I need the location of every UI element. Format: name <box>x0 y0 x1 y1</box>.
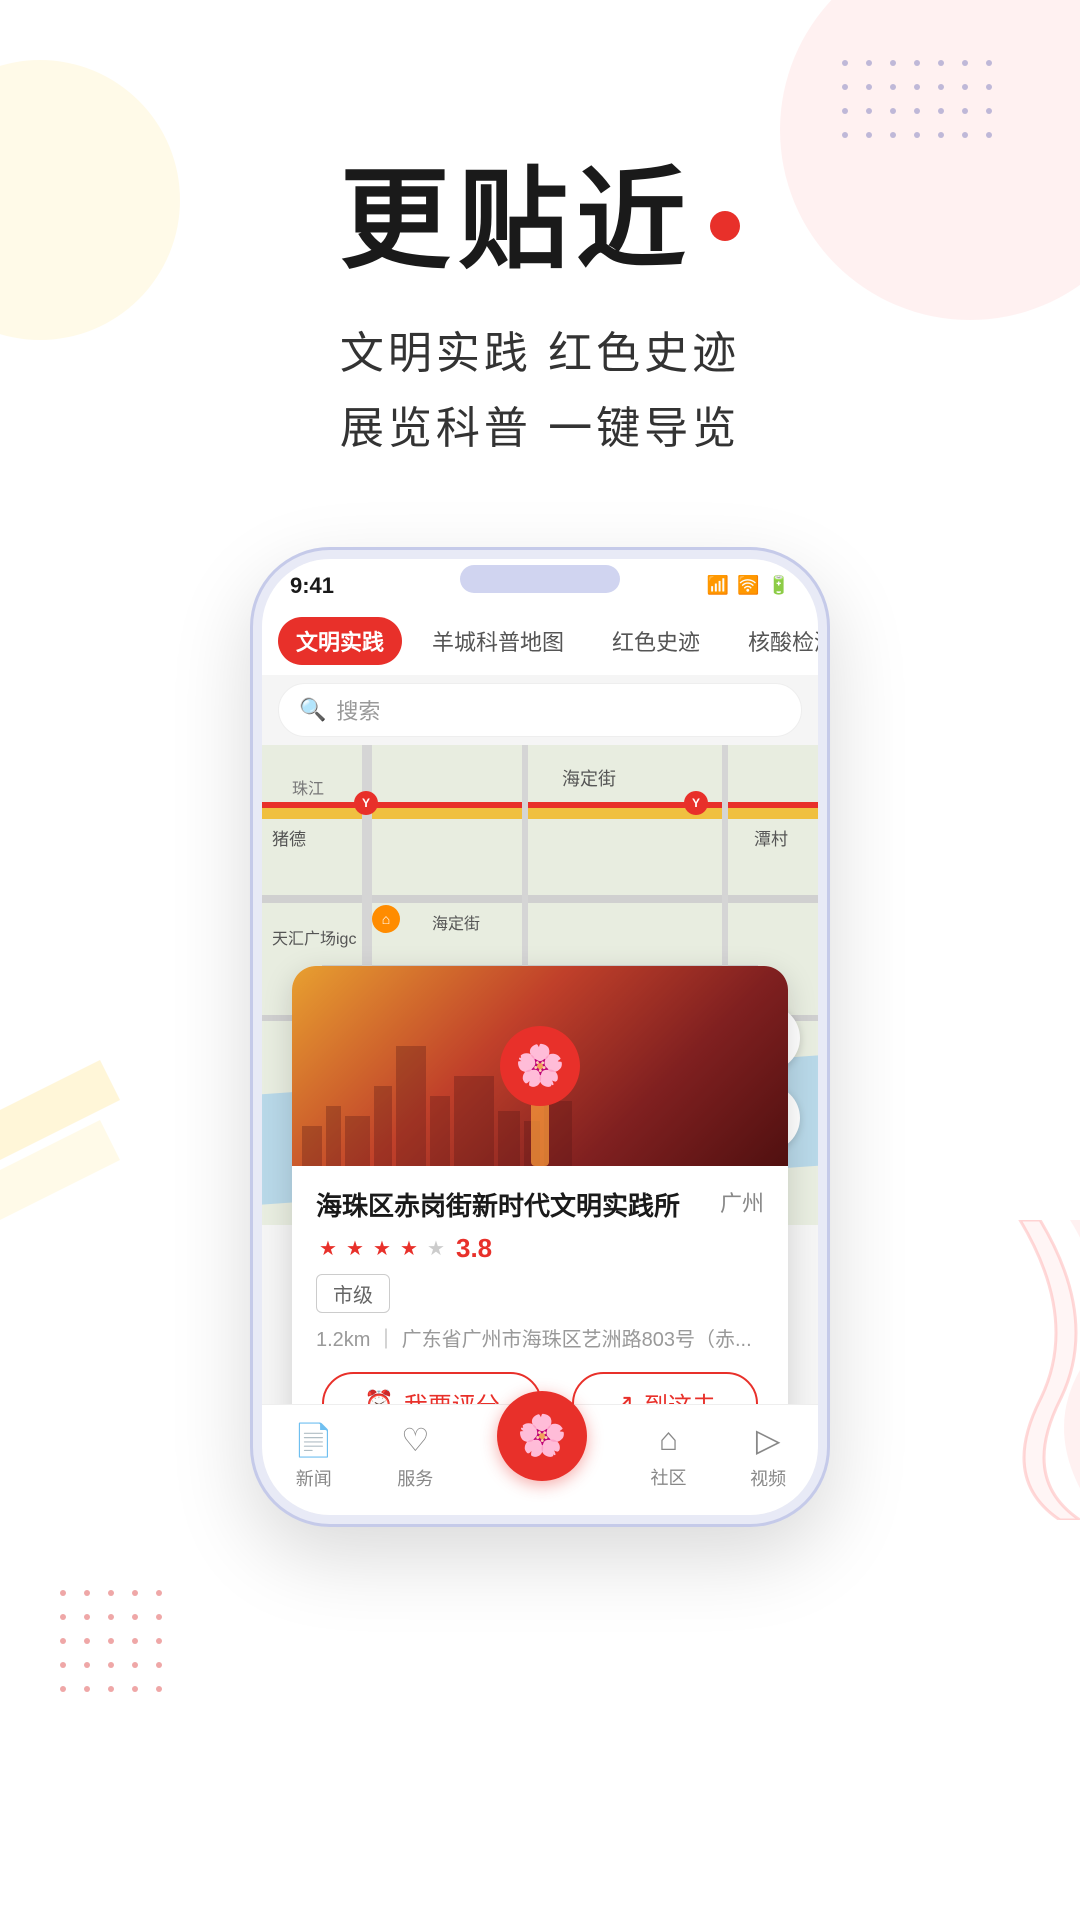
map-label-haidingstreet: 海定街 <box>562 765 616 791</box>
phone-search-bar[interactable]: 🔍 搜索 <box>278 683 802 737</box>
card-info: 1.2km ｜ 广东省广州市海珠区艺洲路803号（赤... <box>316 1323 764 1352</box>
hero-subtitle-line1: 文明实践 红色史迹 <box>340 317 740 392</box>
map-pin-orange: ⌂ <box>372 905 400 933</box>
community-icon: ⌂ <box>659 1421 678 1458</box>
battery-icon: 🔋 <box>768 575 790 596</box>
map-road-h2 <box>262 895 818 903</box>
logo-icon: 🌸 <box>515 1042 565 1089</box>
rating-number: 3.8 <box>456 1233 492 1264</box>
nav-video-label: 视频 <box>750 1465 786 1491</box>
center-logo-icon: 🌸 <box>517 1412 567 1459</box>
map-label-zhude: 猪德 <box>272 825 306 850</box>
hero-subtitle-line2: 展览科普 一键导览 <box>340 392 740 467</box>
phone-tab-bar: 文明实践 羊城科普地图 红色史迹 核酸检测 <box>262 607 818 675</box>
wifi-icon: 🛜 <box>737 575 759 596</box>
nav-service[interactable]: ♡ 服务 <box>397 1421 433 1491</box>
star-4: ★ <box>397 1236 421 1260</box>
hero-section: 更贴近 文明实践 红色史迹 展览科普 一键导览 <box>340 160 740 467</box>
star-5: ★ <box>424 1236 448 1260</box>
star-1: ★ <box>316 1236 340 1260</box>
nav-community[interactable]: ⌂ 社区 <box>651 1421 687 1490</box>
main-content: 更贴近 文明实践 红色史迹 展览科普 一键导览 9:41 📶 🛜 🔋 <box>0 0 1080 1647</box>
nav-news[interactable]: 📄 新闻 <box>294 1421 334 1491</box>
service-icon: ♡ <box>401 1421 430 1459</box>
phone-notch <box>460 565 620 593</box>
star-rating: ★ ★ ★ ★ ★ <box>316 1236 448 1260</box>
map-pin-1: Y <box>354 791 378 815</box>
card-image: 🌸 <box>292 966 788 1166</box>
nav-news-label: 新闻 <box>296 1465 332 1491</box>
phone-bottom-nav: 📄 新闻 ♡ 服务 🌸 ⌂ 社区 ▷ <box>262 1404 818 1515</box>
phone-mockup-section: 9:41 📶 🛜 🔋 文明实践 羊城科普地图 红色史迹 核酸检测 <box>160 547 920 1647</box>
phone-outer-frame: 9:41 📶 🛜 🔋 文明实践 羊城科普地图 红色史迹 核酸检测 <box>250 547 830 1527</box>
tab-history[interactable]: 红色史迹 <box>594 617 718 665</box>
card-title-row: 海珠区赤岗街新时代文明实践所 广州 <box>316 1186 764 1223</box>
star-3: ★ <box>370 1236 394 1260</box>
hero-title-text: 更贴近 <box>340 160 694 281</box>
map-metro-line <box>262 802 818 808</box>
card-city: 广州 <box>720 1186 764 1218</box>
status-icons: 📶 🛜 🔋 <box>707 575 790 596</box>
phone-screen: 9:41 📶 🛜 🔋 文明实践 羊城科普地图 红色史迹 核酸检测 <box>262 559 818 1515</box>
signal-icon: 📶 <box>707 575 729 596</box>
tab-science[interactable]: 羊城科普地图 <box>414 617 582 665</box>
nav-center-button[interactable]: 🌸 <box>497 1391 587 1481</box>
card-separator: ｜ <box>376 1329 402 1351</box>
nav-video[interactable]: ▷ 视频 <box>750 1421 786 1491</box>
search-icon: 🔍 <box>299 697 326 723</box>
card-title: 海珠区赤岗街新时代文明实践所 <box>316 1186 704 1223</box>
tab-civilization[interactable]: 文明实践 <box>278 617 402 665</box>
hero-subtitle: 文明实践 红色史迹 展览科普 一键导览 <box>340 317 740 467</box>
hero-title: 更贴近 <box>340 160 740 281</box>
status-time: 9:41 <box>290 573 334 599</box>
search-placeholder: 搜索 <box>336 694 380 726</box>
map-pin-2: Y <box>684 791 708 815</box>
map-label-haidef: 海定街 <box>432 910 480 934</box>
card-rating: ★ ★ ★ ★ ★ 3.8 <box>316 1233 764 1264</box>
place-card: 🌸 海珠区赤岗街新时代文明实践所 广州 ★ ★ ★ <box>292 966 788 1455</box>
map-label-tianhui: 天汇广场igc <box>272 925 356 949</box>
map-label-zhujiang: 珠江 <box>292 775 324 799</box>
map-label-tancun: 潭村 <box>754 825 788 850</box>
card-address: 广东省广州市海珠区艺洲路803号（赤... <box>402 1329 752 1351</box>
nav-community-label: 社区 <box>651 1464 687 1490</box>
card-distance: 1.2km <box>316 1329 370 1351</box>
star-2: ★ <box>343 1236 367 1260</box>
news-icon: 📄 <box>294 1421 334 1459</box>
video-icon: ▷ <box>756 1421 781 1459</box>
nav-service-label: 服务 <box>397 1465 433 1491</box>
hero-title-dot <box>710 211 740 241</box>
card-level-badge: 市级 <box>316 1274 390 1313</box>
tab-nucleic[interactable]: 核酸检测 <box>730 617 818 665</box>
card-logo-circle: 🌸 <box>500 1026 580 1106</box>
